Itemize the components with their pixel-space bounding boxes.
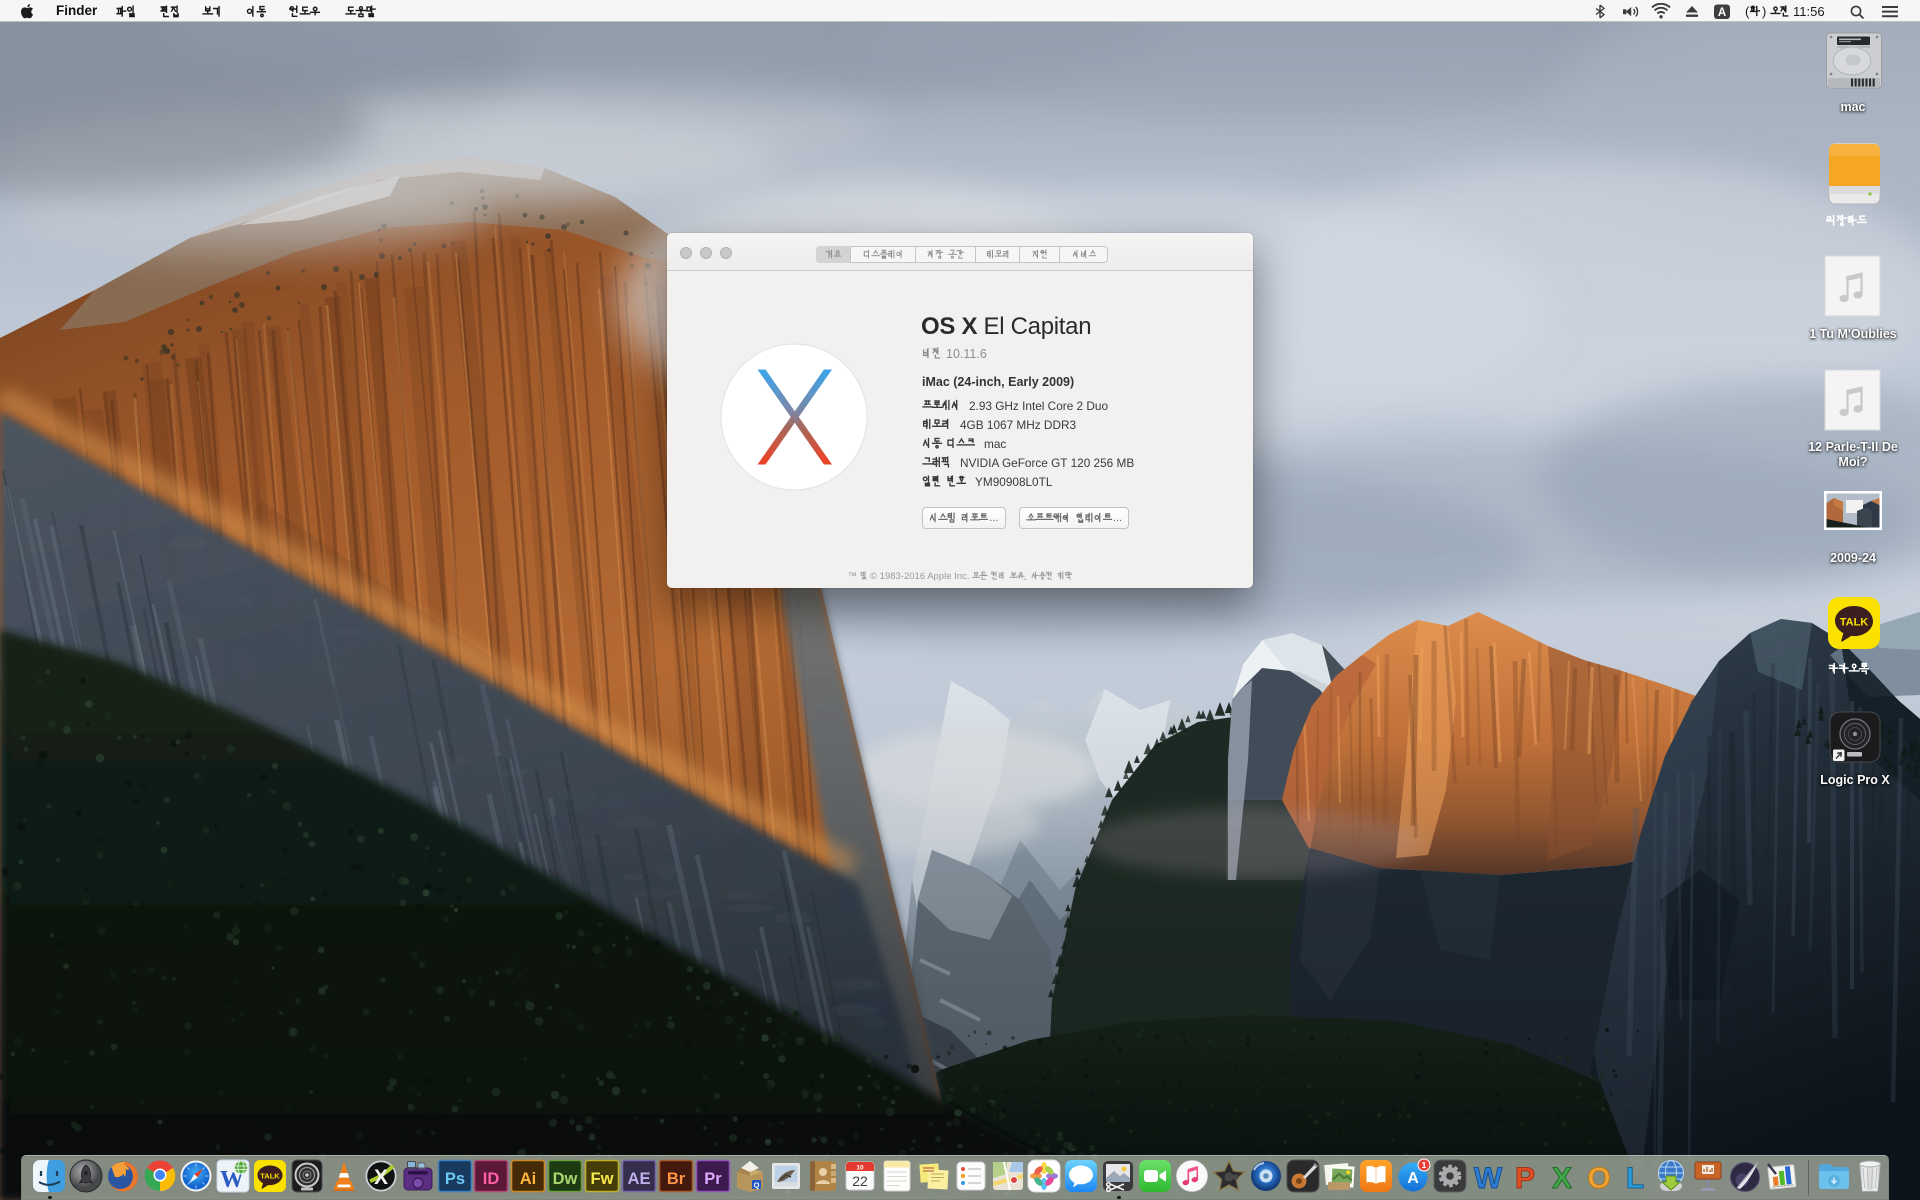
svg-text:A: A	[1718, 7, 1726, 19]
svg-text:X: X	[374, 1166, 388, 1189]
svg-text:TALK: TALK	[1840, 617, 1869, 629]
svg-text:X: X	[1552, 1162, 1572, 1194]
svg-text:Ps: Ps	[445, 1170, 465, 1188]
svg-text:ID: ID	[483, 1170, 500, 1188]
svg-text:10: 10	[856, 1165, 864, 1172]
svg-text:Ai: Ai	[520, 1170, 537, 1188]
svg-text:AE: AE	[628, 1170, 651, 1188]
svg-text:Fw: Fw	[591, 1170, 614, 1188]
svg-text:L: L	[1626, 1162, 1644, 1194]
svg-text:TALK: TALK	[260, 1172, 280, 1181]
svg-text:Br: Br	[667, 1170, 686, 1188]
svg-text:Q: Q	[754, 1181, 760, 1190]
svg-text:A: A	[1407, 1170, 1419, 1187]
svg-text:22: 22	[852, 1173, 868, 1189]
svg-text:1: 1	[1422, 1160, 1427, 1170]
svg-text:W: W	[1474, 1162, 1503, 1194]
svg-text:Dw: Dw	[553, 1170, 578, 1188]
svg-text:P: P	[1515, 1162, 1535, 1194]
svg-text:Pr: Pr	[704, 1170, 722, 1188]
svg-text:O: O	[1587, 1162, 1610, 1194]
